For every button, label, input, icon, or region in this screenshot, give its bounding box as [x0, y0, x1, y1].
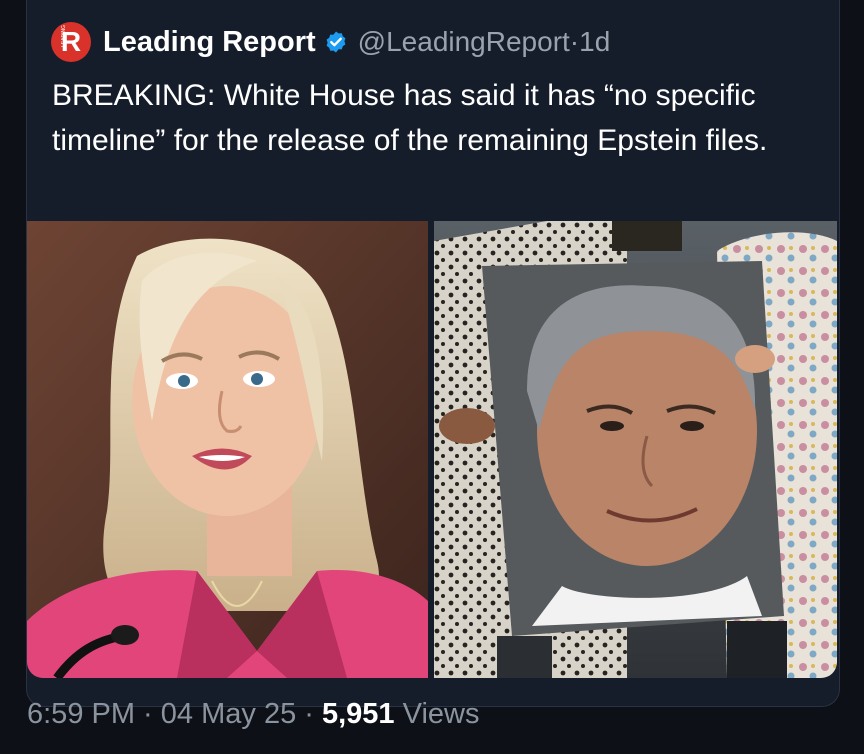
logo-side-text: LEADING [60, 25, 67, 47]
views-count[interactable]: 5,951 [322, 698, 395, 730]
tweet-text: BREAKING: White House has said it has “n… [52, 79, 768, 157]
post-time[interactable]: 6:59 PM [27, 698, 135, 730]
footer-separator: · [135, 698, 161, 730]
header-separator: · [569, 26, 580, 57]
tweet-header: R LEADING Leading Report @LeadingReport … [51, 22, 610, 62]
author-name[interactable]: Leading Report [103, 26, 316, 59]
leading-report-logo-avatar[interactable]: R LEADING [51, 22, 91, 62]
logo-letter: R [60, 26, 82, 57]
footer-separator-2: · [296, 698, 322, 730]
left-photo[interactable] [27, 221, 428, 678]
views-label: Views [402, 698, 480, 730]
tweet-media[interactable] [27, 221, 837, 678]
verified-badge-icon [324, 30, 348, 54]
right-photo[interactable] [434, 221, 837, 678]
author-handle[interactable]: @LeadingReport [358, 26, 570, 58]
post-age[interactable]: 1d [579, 26, 610, 58]
tweet-footer: 6:59 PM · 04 May 25 · 5,951 Views [27, 698, 479, 731]
post-date[interactable]: 04 May 25 [161, 698, 296, 730]
